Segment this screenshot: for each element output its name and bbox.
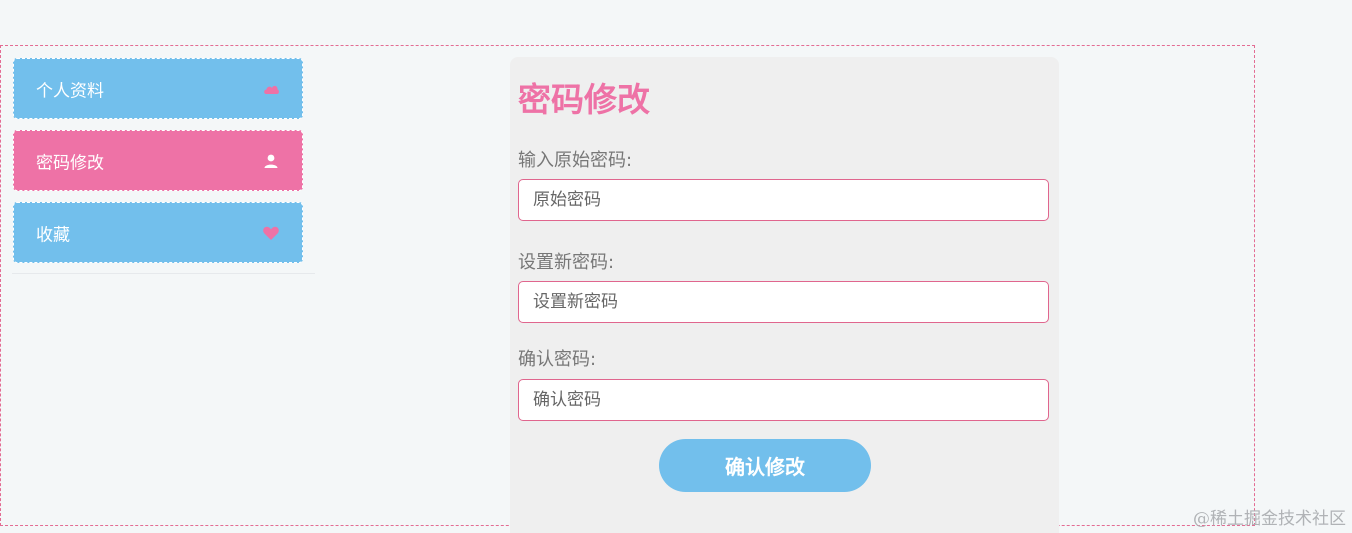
- cloud-icon: [264, 85, 279, 94]
- sidebar-item-favorites[interactable]: 收藏: [13, 202, 303, 263]
- new-password-label: 设置新密码:: [518, 252, 615, 273]
- old-password-input[interactable]: [518, 179, 1049, 221]
- watermark: @稀土掘金技术社区: [1193, 509, 1346, 529]
- sidebar-menu: 个人资料 密码修改 收藏: [12, 57, 315, 274]
- sidebar-item-label: 密码修改: [36, 153, 104, 173]
- new-password-input[interactable]: [518, 281, 1049, 323]
- sidebar-item-label: 收藏: [36, 225, 70, 245]
- sidebar-item-password[interactable]: 密码修改: [13, 130, 303, 191]
- old-password-label: 输入原始密码:: [518, 150, 633, 171]
- confirm-password-label: 确认密码:: [518, 349, 597, 370]
- confirm-password-input[interactable]: [518, 379, 1049, 421]
- form-title: 密码修改: [518, 80, 650, 119]
- heart-icon: [263, 226, 279, 240]
- confirm-change-button[interactable]: 确认修改: [659, 439, 871, 492]
- sidebar-item-profile[interactable]: 个人资料: [13, 58, 303, 119]
- password-change-form: 密码修改 输入原始密码: 设置新密码: 确认密码: 确认修改: [510, 57, 1059, 533]
- sidebar-item-label: 个人资料: [36, 81, 104, 101]
- user-icon: [264, 154, 278, 168]
